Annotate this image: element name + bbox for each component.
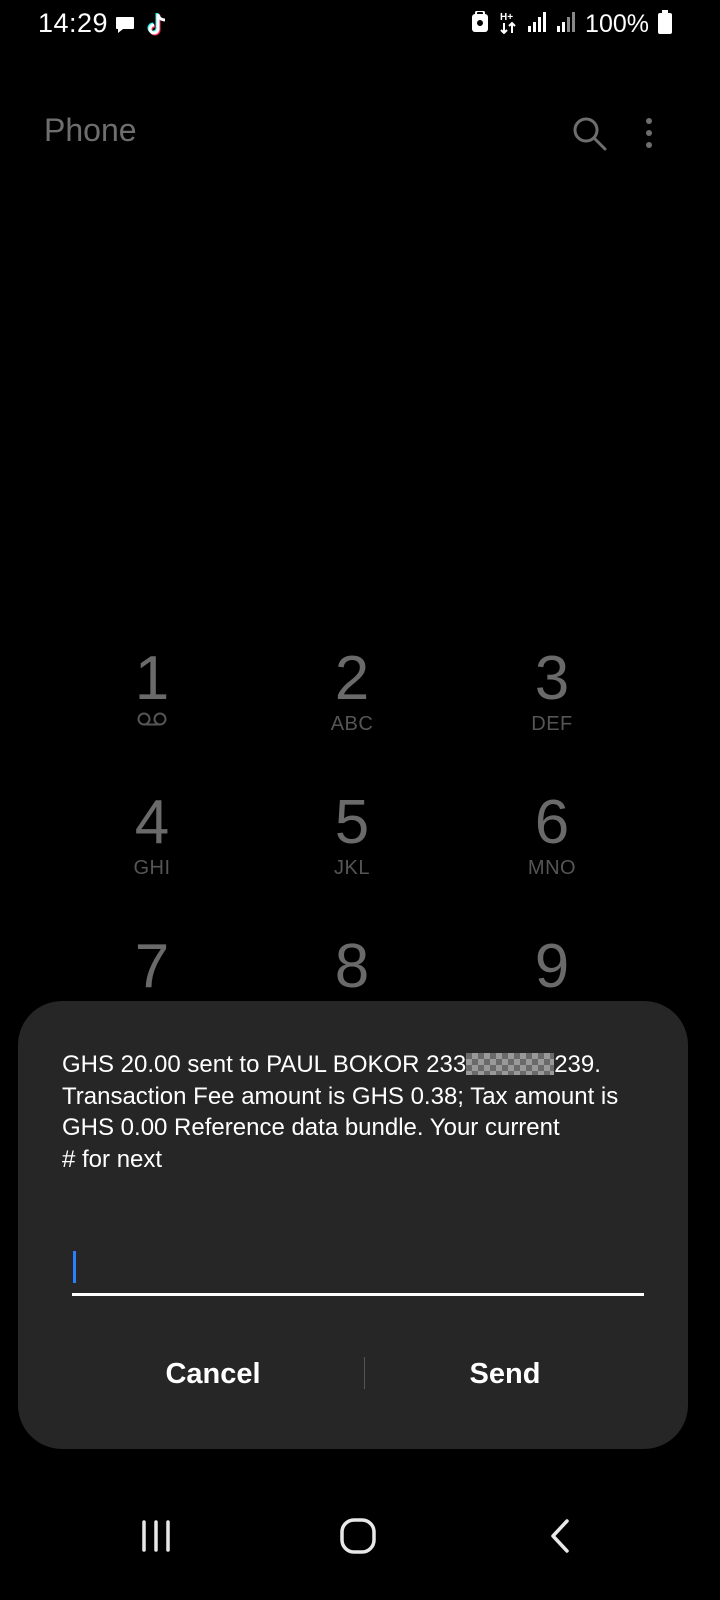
dialpad-key-6[interactable]: 6 MNO	[452, 790, 652, 910]
key-digit: 1	[134, 644, 170, 713]
status-notification-icons	[114, 12, 168, 43]
ussd-dialog: GHS 20.00 sent to PAUL BOKOR 233 239. Tra…	[18, 1001, 688, 1449]
dialpad-key-4[interactable]: 4 GHI	[52, 790, 252, 910]
dialpad-key-2[interactable]: 2 ABC	[252, 646, 452, 766]
battery-percentage: 100%	[585, 10, 649, 38]
lock-icon	[471, 10, 489, 38]
back-icon[interactable]	[520, 1504, 600, 1568]
cancel-button[interactable]: Cancel	[98, 1343, 328, 1403]
key-digit: 5	[334, 788, 370, 857]
voicemail-icon	[52, 712, 252, 736]
more-options-icon[interactable]	[644, 116, 654, 152]
key-digit: 6	[534, 788, 570, 857]
status-time: 14:29	[38, 8, 109, 38]
key-digit: 7	[134, 932, 170, 1001]
navigation-bar	[0, 1480, 720, 1600]
key-digit: 2	[334, 644, 370, 713]
tiktok-icon	[146, 12, 168, 43]
send-button[interactable]: Send	[390, 1343, 620, 1403]
dialpad-key-3[interactable]: 3 DEF	[452, 646, 652, 766]
dialpad-key-5[interactable]: 5 JKL	[252, 790, 452, 910]
key-letters: DEF	[531, 713, 573, 735]
text-cursor	[73, 1251, 76, 1283]
dialog-actions: Cancel Send	[18, 1343, 688, 1403]
search-icon[interactable]	[572, 116, 608, 152]
status-system-icons: H+ 100%	[471, 10, 672, 39]
signal-icon	[527, 12, 547, 37]
key-letters: GHI	[133, 857, 171, 879]
key-digit: 8	[334, 932, 370, 1001]
reply-input[interactable]	[72, 1245, 644, 1296]
battery-icon	[658, 10, 672, 39]
dialog-message: GHS 20.00 sent to PAUL BOKOR 233 239. Tra…	[62, 1049, 652, 1175]
home-icon[interactable]	[318, 1504, 398, 1568]
key-digit: 4	[134, 788, 170, 857]
status-bar: 14:29 H+ 100%	[0, 0, 720, 52]
button-divider	[364, 1357, 365, 1389]
key-letters: ABC	[330, 713, 374, 735]
message-text-start: GHS 20.00 sent to PAUL BOKOR 233	[62, 1051, 467, 1078]
dialpad-key-1[interactable]: 1	[52, 646, 252, 766]
recents-icon[interactable]	[116, 1504, 196, 1568]
signal-icon	[556, 12, 576, 37]
redacted-number	[466, 1053, 555, 1075]
key-letters: MNO	[527, 857, 577, 879]
page-title: Phone	[44, 112, 137, 148]
svg-text:H+: H+	[500, 12, 513, 23]
data-transfer-icon: H+	[498, 10, 518, 39]
key-digit: 9	[534, 932, 570, 1001]
key-letters: JKL	[334, 857, 370, 879]
key-digit: 3	[534, 644, 570, 713]
message-notification-icon	[114, 14, 136, 41]
